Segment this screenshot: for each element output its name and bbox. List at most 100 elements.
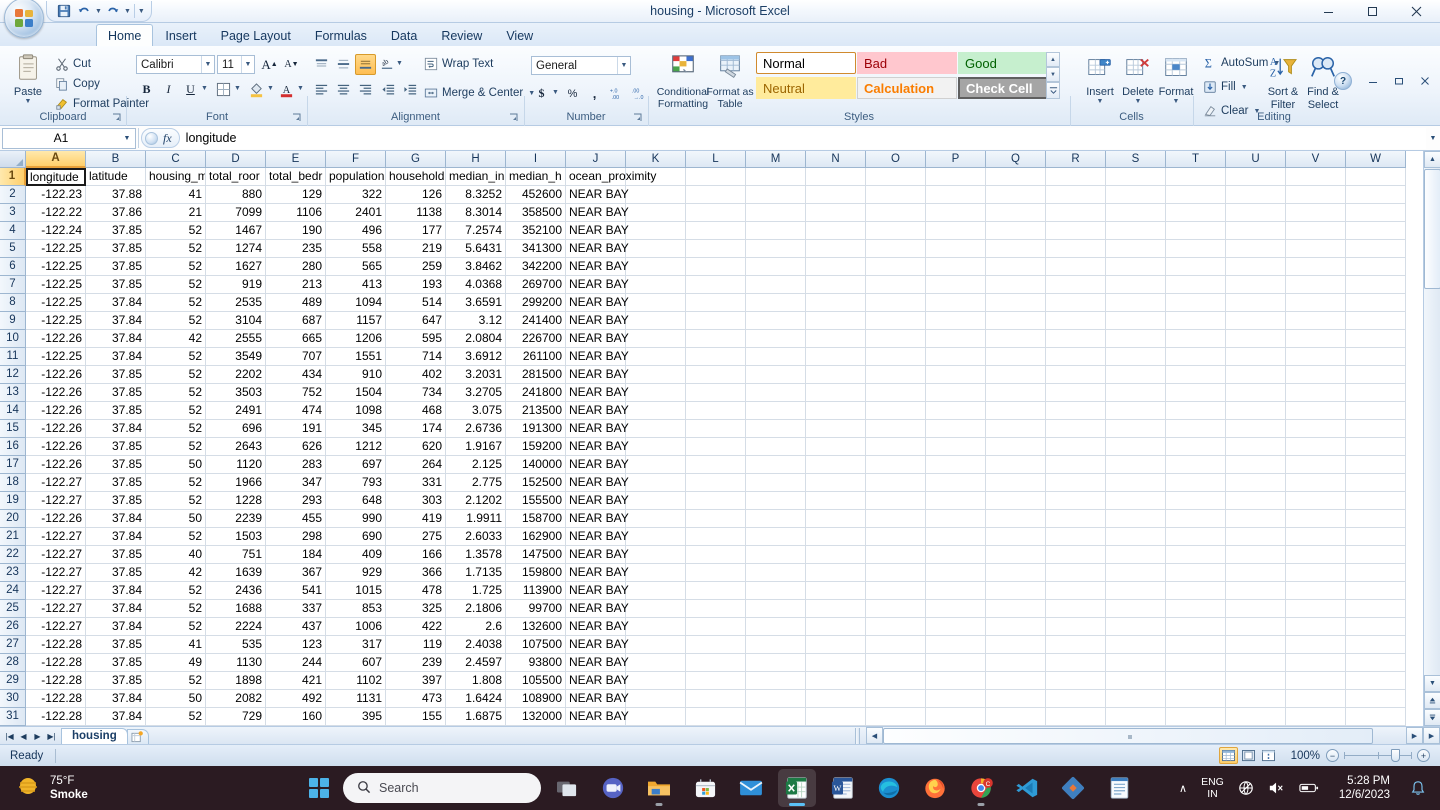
cell-J14[interactable]: NEAR BAY [566,402,629,420]
word-icon[interactable]: W [824,769,862,807]
language-indicator[interactable]: ENG IN [1195,771,1230,805]
cell-D30[interactable]: 2082 [206,690,266,708]
cell-V15[interactable] [1286,420,1346,438]
bold-button[interactable]: B [136,79,157,100]
cell-F19[interactable]: 648 [326,492,386,510]
cell-N16[interactable] [806,438,866,456]
cell-W3[interactable] [1346,204,1406,222]
cell-K30[interactable] [626,690,686,708]
column-header-s[interactable]: S [1106,151,1166,168]
cell-T31[interactable] [1166,708,1226,726]
start-button[interactable] [301,770,337,806]
column-header-i[interactable]: I [506,151,566,168]
cell-K7[interactable] [626,276,686,294]
cell-B4[interactable]: 37.85 [86,222,146,240]
cell-U19[interactable] [1226,492,1286,510]
cell-U15[interactable] [1226,420,1286,438]
inner-close-button[interactable] [1412,72,1438,90]
cell-E11[interactable]: 707 [266,348,326,366]
cell-K17[interactable] [626,456,686,474]
cell-U27[interactable] [1226,636,1286,654]
cell-N27[interactable] [806,636,866,654]
cell-N22[interactable] [806,546,866,564]
cell-C28[interactable]: 49 [146,654,206,672]
cell-R23[interactable] [1046,564,1106,582]
cell-L5[interactable] [686,240,746,258]
cell-T23[interactable] [1166,564,1226,582]
cell-Q30[interactable] [986,690,1046,708]
cell-K6[interactable] [626,258,686,276]
cell-S4[interactable] [1106,222,1166,240]
cell-R1[interactable] [1046,168,1106,186]
cell-E14[interactable]: 474 [266,402,326,420]
cell-L23[interactable] [686,564,746,582]
cell-Q29[interactable] [986,672,1046,690]
cell-M14[interactable] [746,402,806,420]
cell-M23[interactable] [746,564,806,582]
cell-M31[interactable] [746,708,806,726]
cell-H8[interactable]: 3.6591 [446,294,506,312]
customize-qat-button[interactable]: ▼ [138,8,145,15]
cell-S27[interactable] [1106,636,1166,654]
cell-S19[interactable] [1106,492,1166,510]
cell-F2[interactable]: 322 [326,186,386,204]
cell-D2[interactable]: 880 [206,186,266,204]
cell-L30[interactable] [686,690,746,708]
cell-H14[interactable]: 3.075 [446,402,506,420]
cell-U23[interactable] [1226,564,1286,582]
cell-Q21[interactable] [986,528,1046,546]
cell-K31[interactable] [626,708,686,726]
cell-G25[interactable]: 325 [386,600,446,618]
cell-M22[interactable] [746,546,806,564]
cell-J3[interactable]: NEAR BAY [566,204,629,222]
cell-K12[interactable] [626,366,686,384]
cell-E29[interactable]: 421 [266,672,326,690]
cell-C5[interactable]: 52 [146,240,206,258]
file-explorer-icon[interactable] [640,769,678,807]
cell-V24[interactable] [1286,582,1346,600]
styles-scroll-down-button[interactable]: ▼ [1046,67,1060,82]
cell-K24[interactable] [626,582,686,600]
cell-P9[interactable] [926,312,986,330]
cell-T4[interactable] [1166,222,1226,240]
row-header-23[interactable]: 23 [0,564,26,582]
cell-C25[interactable]: 52 [146,600,206,618]
cell-T15[interactable] [1166,420,1226,438]
cell-V10[interactable] [1286,330,1346,348]
cell-U24[interactable] [1226,582,1286,600]
cell-N13[interactable] [806,384,866,402]
orientation-dropdown-icon[interactable]: ▼ [396,60,403,67]
cell-R20[interactable] [1046,510,1106,528]
cell-R14[interactable] [1046,402,1106,420]
cell-T22[interactable] [1166,546,1226,564]
cell-T2[interactable] [1166,186,1226,204]
cell-T28[interactable] [1166,654,1226,672]
cell-V27[interactable] [1286,636,1346,654]
cell-style-bad[interactable]: Bad [857,52,957,74]
align-left-button[interactable] [311,79,332,100]
vertical-scrollbar[interactable]: ▲ ▼ [1423,151,1440,726]
cell-D13[interactable]: 3503 [206,384,266,402]
cell-V7[interactable] [1286,276,1346,294]
cancel-entry-icon[interactable] [145,131,158,145]
cell-E7[interactable]: 213 [266,276,326,294]
cell-E13[interactable]: 752 [266,384,326,402]
cell-I28[interactable]: 93800 [506,654,566,672]
cell-J13[interactable]: NEAR BAY [566,384,629,402]
row-header-7[interactable]: 7 [0,276,26,294]
cell-D27[interactable]: 535 [206,636,266,654]
cell-D5[interactable]: 1274 [206,240,266,258]
cell-W11[interactable] [1346,348,1406,366]
cell-E19[interactable]: 293 [266,492,326,510]
cell-N7[interactable] [806,276,866,294]
cell-Q8[interactable] [986,294,1046,312]
cell-C23[interactable]: 42 [146,564,206,582]
cell-W14[interactable] [1346,402,1406,420]
cell-K5[interactable] [626,240,686,258]
cell-R4[interactable] [1046,222,1106,240]
cell-N4[interactable] [806,222,866,240]
row-header-15[interactable]: 15 [0,420,26,438]
cell-Q25[interactable] [986,600,1046,618]
cell-O31[interactable] [866,708,926,726]
cell-M15[interactable] [746,420,806,438]
